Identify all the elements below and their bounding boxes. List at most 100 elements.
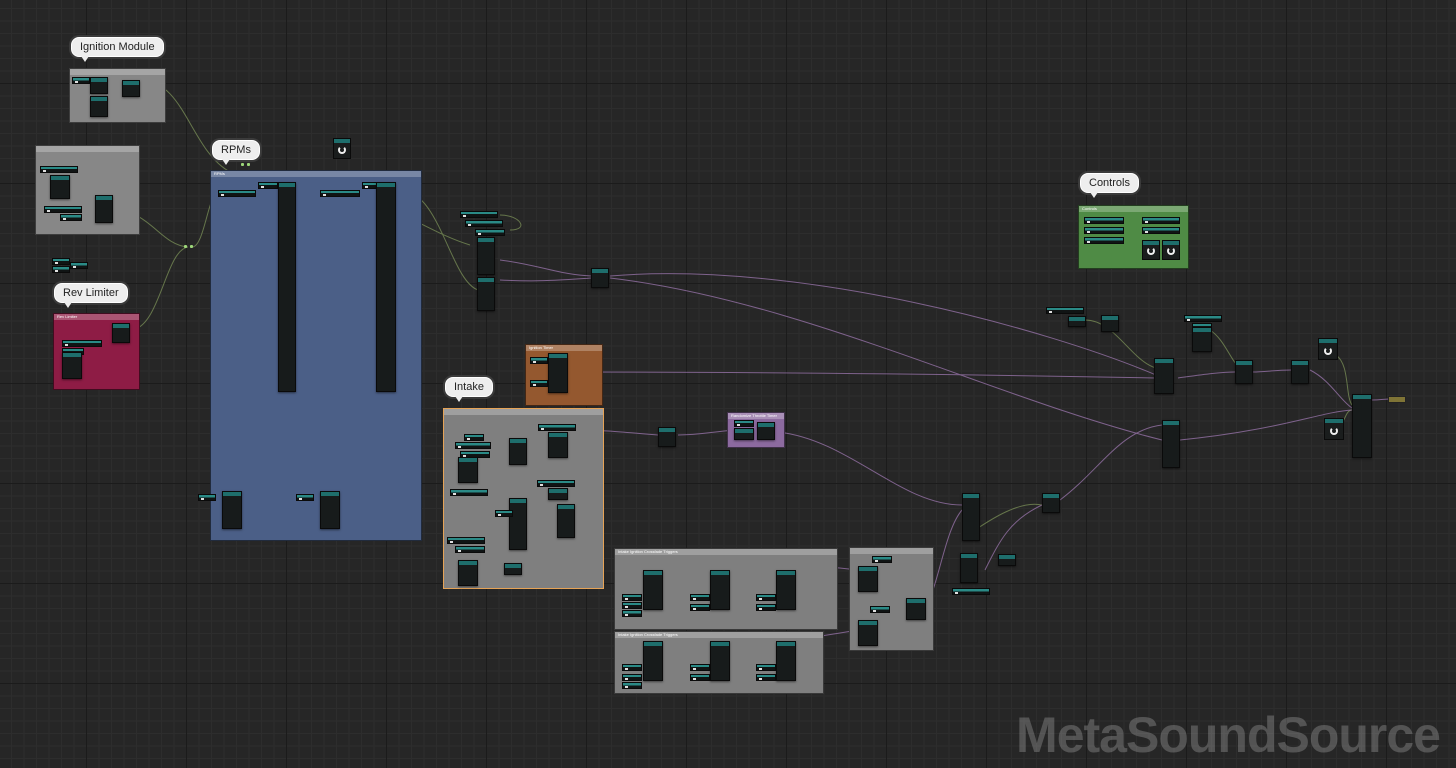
rev-limiter-bubble[interactable]: Rev Limiter — [54, 283, 128, 308]
audio-output-node[interactable] — [1388, 396, 1406, 403]
input-variable-node[interactable] — [198, 494, 216, 501]
function-node[interactable] — [90, 96, 108, 117]
array-node[interactable] — [376, 182, 396, 392]
input-variable-node[interactable] — [1142, 217, 1180, 224]
input-variable-node[interactable] — [60, 214, 82, 221]
input-variable-node[interactable] — [872, 556, 892, 563]
input-variable-node[interactable] — [756, 604, 776, 611]
input-variable-node[interactable] — [690, 594, 710, 601]
function-node[interactable] — [776, 570, 796, 610]
input-variable-node[interactable] — [320, 190, 360, 197]
function-node[interactable] — [477, 277, 495, 311]
function-node[interactable] — [1101, 315, 1119, 332]
input-variable-node[interactable] — [62, 340, 102, 347]
function-node[interactable] — [710, 641, 730, 681]
audio-node[interactable] — [1291, 360, 1309, 384]
input-variable-node[interactable] — [1084, 227, 1124, 234]
function-node[interactable] — [734, 428, 754, 440]
function-node[interactable] — [122, 80, 140, 97]
knob-widget[interactable] — [1142, 240, 1160, 260]
function-node[interactable] — [90, 77, 108, 94]
function-node[interactable] — [643, 570, 663, 610]
audio-node[interactable] — [1042, 493, 1060, 513]
input-variable-node[interactable] — [455, 546, 485, 553]
mixer-node[interactable] — [906, 598, 926, 620]
input-variable-node[interactable] — [455, 442, 491, 449]
input-variable-node[interactable] — [296, 494, 314, 501]
function-node[interactable] — [1192, 327, 1212, 352]
reroute-node[interactable] — [190, 245, 193, 248]
input-variable-node[interactable] — [44, 206, 82, 213]
input-variable-node[interactable] — [690, 664, 710, 671]
reroute-node[interactable] — [241, 163, 244, 166]
reroute-node[interactable] — [184, 245, 187, 248]
input-variable-node[interactable] — [464, 434, 484, 441]
input-variable-node[interactable] — [450, 489, 488, 496]
input-variable-node[interactable] — [622, 682, 642, 689]
function-node[interactable] — [509, 498, 527, 550]
function-node[interactable] — [548, 432, 568, 458]
input-variable-node[interactable] — [495, 510, 513, 517]
input-variable-node[interactable] — [622, 664, 642, 671]
input-variable-node[interactable] — [622, 602, 642, 609]
input-variable-node[interactable] — [1142, 227, 1180, 234]
input-variable-node[interactable] — [537, 480, 575, 487]
function-node[interactable] — [509, 438, 527, 465]
rpms-bubble[interactable]: RPMs — [212, 140, 260, 165]
knob-widget[interactable] — [1318, 338, 1338, 360]
input-variable-node[interactable] — [734, 420, 754, 427]
audio-node[interactable] — [998, 554, 1016, 566]
input-variable-node[interactable] — [870, 606, 890, 613]
function-node[interactable] — [504, 563, 522, 575]
function-node[interactable] — [62, 352, 82, 379]
input-variable-node[interactable] — [258, 182, 278, 189]
knob-widget[interactable] — [1324, 418, 1344, 440]
audio-node[interactable] — [960, 553, 978, 583]
function-node[interactable] — [1068, 316, 1086, 327]
audio-node[interactable] — [1154, 358, 1174, 394]
input-variable-node[interactable] — [72, 77, 90, 84]
controls-bubble[interactable]: Controls — [1080, 173, 1139, 198]
input-variable-node[interactable] — [52, 258, 70, 265]
function-node[interactable] — [95, 195, 113, 223]
audio-node[interactable] — [1162, 420, 1180, 468]
input-variable-node[interactable] — [1046, 307, 1084, 314]
audio-node[interactable] — [1235, 360, 1253, 384]
audio-node[interactable] — [591, 268, 609, 288]
input-variable-node[interactable] — [530, 357, 548, 364]
audio-node[interactable] — [962, 493, 980, 541]
function-node[interactable] — [112, 323, 130, 343]
input-variable-node[interactable] — [530, 380, 548, 387]
function-node[interactable] — [50, 175, 70, 199]
input-variable-node[interactable] — [70, 262, 88, 269]
ignition-module-bubble[interactable]: Ignition Module — [71, 37, 164, 62]
input-variable-node[interactable] — [690, 674, 710, 681]
input-variable-node[interactable] — [1084, 217, 1124, 224]
audio-node[interactable] — [658, 427, 676, 447]
output-mixer-node[interactable] — [1352, 394, 1372, 458]
input-variable-node[interactable] — [447, 537, 485, 544]
input-variable-node[interactable] — [475, 229, 505, 236]
function-node[interactable] — [458, 457, 478, 483]
function-node[interactable] — [858, 620, 878, 646]
input-variable-node[interactable] — [465, 220, 503, 227]
function-node[interactable] — [776, 641, 796, 681]
function-node[interactable] — [320, 491, 340, 529]
input-variable-node[interactable] — [218, 190, 256, 197]
knob-widget[interactable] — [1162, 240, 1180, 260]
input-variable-node[interactable] — [952, 588, 990, 595]
function-node[interactable] — [858, 566, 878, 592]
input-variable-node[interactable] — [538, 424, 576, 431]
input-variable-node[interactable] — [622, 610, 642, 617]
input-variable-node[interactable] — [40, 166, 78, 173]
input-variable-node[interactable] — [52, 266, 70, 273]
reroute-node[interactable] — [247, 163, 250, 166]
input-variable-node[interactable] — [622, 674, 642, 681]
input-variable-node[interactable] — [756, 664, 776, 671]
function-node[interactable] — [548, 488, 568, 500]
function-node[interactable] — [643, 641, 663, 681]
function-node[interactable] — [222, 491, 242, 529]
intake-bubble[interactable]: Intake — [445, 377, 493, 402]
function-node[interactable] — [458, 560, 478, 586]
input-variable-node[interactable] — [1084, 237, 1124, 244]
